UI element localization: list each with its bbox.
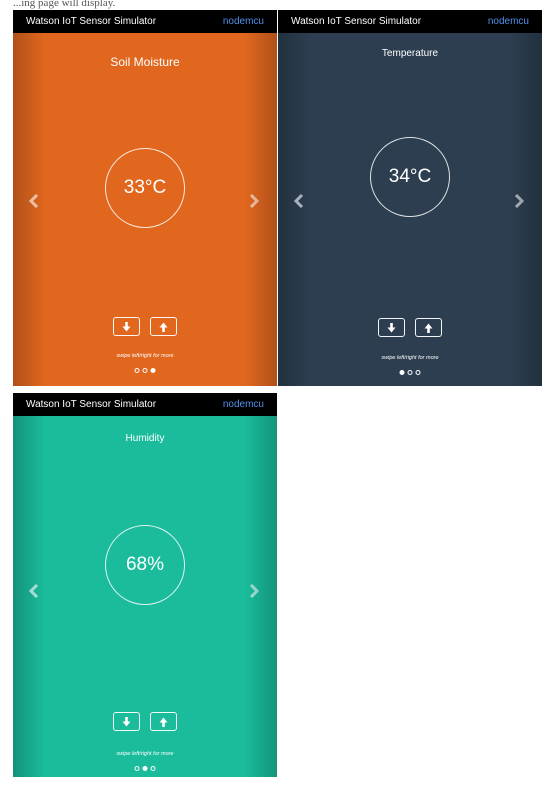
decrease-button[interactable] (113, 712, 140, 731)
pager-dots (399, 370, 421, 375)
sensor-value-gauge: 34°C (370, 137, 450, 217)
control-buttons (113, 317, 177, 336)
pager-dot[interactable] (134, 766, 140, 771)
increase-button[interactable] (150, 317, 177, 336)
pager-dot-active[interactable] (150, 368, 156, 373)
swipe-hint: swipe left/right for more (116, 353, 174, 359)
chevron-left-icon (28, 584, 39, 598)
sensor-card[interactable]: Humidity 68% swipe left/right for more (13, 416, 277, 777)
arrow-up-icon (159, 717, 168, 727)
device-link[interactable]: nodemcu (223, 16, 264, 27)
sensor-title: Humidity (125, 433, 165, 444)
device-link[interactable]: nodemcu (488, 16, 529, 27)
device-link[interactable]: nodemcu (223, 399, 264, 410)
increase-button[interactable] (150, 712, 177, 731)
sensor-card[interactable]: Soil Moisture 33°C swipe left/right for … (13, 33, 277, 386)
prev-arrow[interactable] (291, 193, 307, 209)
sensor-value: 33°C (123, 177, 167, 198)
swipe-hint: swipe left/right for more (116, 751, 174, 757)
pager-dot[interactable] (150, 766, 156, 771)
app-title: Watson IoT Sensor Simulator (26, 16, 157, 27)
pager-dot[interactable] (142, 368, 148, 373)
prev-arrow[interactable] (26, 193, 42, 209)
prev-arrow[interactable] (26, 583, 42, 599)
pager-dots (134, 368, 156, 373)
control-buttons (113, 712, 177, 731)
sensor-card[interactable]: Temperature 34°C swipe left/right for mo… (278, 33, 542, 386)
swipe-hint: swipe left/right for more (381, 355, 439, 361)
sensor-value-gauge: 68% (105, 525, 185, 605)
decrease-button[interactable] (378, 318, 405, 337)
sensor-value-gauge: 33°C (105, 148, 185, 228)
chevron-left-icon (293, 194, 304, 208)
next-arrow[interactable] (246, 583, 262, 599)
app-title: Watson IoT Sensor Simulator (26, 399, 157, 410)
top-bar: Watson IoT Sensor Simulator nodemcu (13, 10, 277, 33)
sensor-title: Temperature (381, 48, 439, 59)
increase-button[interactable] (415, 318, 442, 337)
arrow-down-icon (122, 716, 131, 726)
sensor-value: 34°C (388, 166, 432, 187)
pager-dot[interactable] (407, 370, 413, 375)
sensor-value: 68% (125, 554, 165, 575)
arrow-down-icon (387, 322, 396, 332)
sensor-title: Soil Moisture (110, 55, 180, 69)
chevron-right-icon (249, 584, 260, 598)
pager-dots (134, 766, 156, 771)
arrow-down-icon (122, 321, 131, 331)
pager-dot[interactable] (415, 370, 421, 375)
pager-dot-active[interactable] (142, 766, 148, 771)
top-bar: Watson IoT Sensor Simulator nodemcu (278, 10, 542, 33)
chevron-left-icon (28, 194, 39, 208)
page-caption: ...ing page will display. (13, 0, 116, 9)
arrow-up-icon (159, 322, 168, 332)
pager-dot-active[interactable] (399, 370, 405, 375)
control-buttons (378, 318, 442, 337)
chevron-right-icon (514, 194, 525, 208)
next-arrow[interactable] (246, 193, 262, 209)
chevron-right-icon (249, 194, 260, 208)
decrease-button[interactable] (113, 317, 140, 336)
pager-dot[interactable] (134, 368, 140, 373)
top-bar: Watson IoT Sensor Simulator nodemcu (13, 393, 277, 416)
simulator-panel-temperature: Watson IoT Sensor Simulator nodemcu Temp… (278, 10, 542, 386)
simulator-panel-humidity: Watson IoT Sensor Simulator nodemcu Humi… (13, 393, 277, 777)
arrow-up-icon (424, 323, 433, 333)
app-title: Watson IoT Sensor Simulator (291, 16, 422, 27)
simulator-panel-soil: Watson IoT Sensor Simulator nodemcu Soil… (13, 10, 277, 386)
next-arrow[interactable] (511, 193, 527, 209)
